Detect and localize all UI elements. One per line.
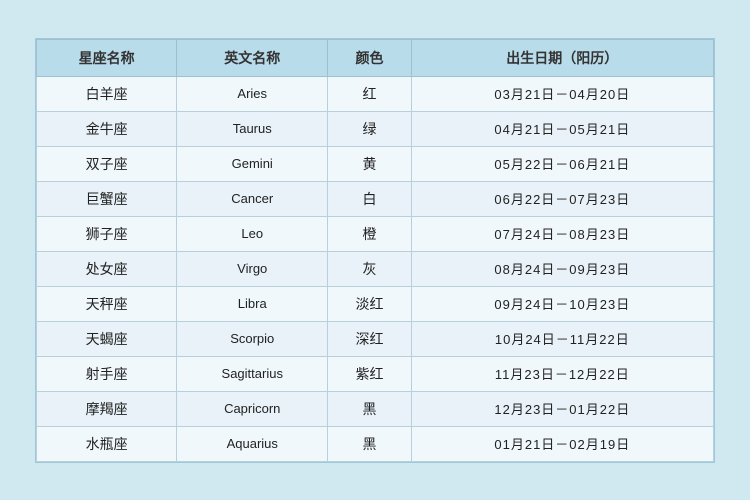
cell-chinese-name: 射手座 [37, 356, 177, 391]
cell-english-name: Cancer [177, 181, 328, 216]
cell-english-name: Aquarius [177, 426, 328, 461]
table-row: 水瓶座Aquarius黑01月21日－02月19日 [37, 426, 714, 461]
cell-color: 灰 [328, 251, 411, 286]
table-body: 白羊座Aries红03月21日－04月20日金牛座Taurus绿04月21日－0… [37, 76, 714, 461]
cell-dates: 11月23日－12月22日 [411, 356, 713, 391]
cell-english-name: Sagittarius [177, 356, 328, 391]
col-header-chinese: 星座名称 [37, 39, 177, 76]
cell-chinese-name: 双子座 [37, 146, 177, 181]
col-header-english: 英文名称 [177, 39, 328, 76]
table-row: 处女座Virgo灰08月24日－09月23日 [37, 251, 714, 286]
cell-dates: 10月24日－11月22日 [411, 321, 713, 356]
cell-dates: 05月22日－06月21日 [411, 146, 713, 181]
cell-color: 黑 [328, 391, 411, 426]
cell-color: 淡红 [328, 286, 411, 321]
cell-english-name: Virgo [177, 251, 328, 286]
zodiac-table: 星座名称 英文名称 颜色 出生日期（阳历） 白羊座Aries红03月21日－04… [36, 39, 714, 462]
cell-dates: 06月22日－07月23日 [411, 181, 713, 216]
cell-color: 橙 [328, 216, 411, 251]
zodiac-table-container: 星座名称 英文名称 颜色 出生日期（阳历） 白羊座Aries红03月21日－04… [35, 38, 715, 463]
table-header-row: 星座名称 英文名称 颜色 出生日期（阳历） [37, 39, 714, 76]
table-row: 摩羯座Capricorn黑12月23日－01月22日 [37, 391, 714, 426]
cell-chinese-name: 摩羯座 [37, 391, 177, 426]
cell-english-name: Taurus [177, 111, 328, 146]
cell-chinese-name: 天蝎座 [37, 321, 177, 356]
cell-color: 深红 [328, 321, 411, 356]
cell-color: 紫红 [328, 356, 411, 391]
cell-chinese-name: 白羊座 [37, 76, 177, 111]
table-row: 双子座Gemini黄05月22日－06月21日 [37, 146, 714, 181]
table-row: 天蝎座Scorpio深红10月24日－11月22日 [37, 321, 714, 356]
table-row: 射手座Sagittarius紫红11月23日－12月22日 [37, 356, 714, 391]
cell-dates: 03月21日－04月20日 [411, 76, 713, 111]
cell-english-name: Scorpio [177, 321, 328, 356]
cell-dates: 04月21日－05月21日 [411, 111, 713, 146]
table-row: 天秤座Libra淡红09月24日－10月23日 [37, 286, 714, 321]
cell-english-name: Leo [177, 216, 328, 251]
cell-chinese-name: 巨蟹座 [37, 181, 177, 216]
cell-english-name: Gemini [177, 146, 328, 181]
cell-chinese-name: 金牛座 [37, 111, 177, 146]
cell-dates: 12月23日－01月22日 [411, 391, 713, 426]
cell-color: 黄 [328, 146, 411, 181]
cell-chinese-name: 处女座 [37, 251, 177, 286]
table-row: 白羊座Aries红03月21日－04月20日 [37, 76, 714, 111]
cell-chinese-name: 天秤座 [37, 286, 177, 321]
table-row: 巨蟹座Cancer白06月22日－07月23日 [37, 181, 714, 216]
cell-dates: 08月24日－09月23日 [411, 251, 713, 286]
table-row: 狮子座Leo橙07月24日－08月23日 [37, 216, 714, 251]
table-row: 金牛座Taurus绿04月21日－05月21日 [37, 111, 714, 146]
col-header-dates: 出生日期（阳历） [411, 39, 713, 76]
cell-color: 黑 [328, 426, 411, 461]
cell-color: 绿 [328, 111, 411, 146]
cell-english-name: Capricorn [177, 391, 328, 426]
cell-dates: 01月21日－02月19日 [411, 426, 713, 461]
cell-color: 红 [328, 76, 411, 111]
cell-english-name: Aries [177, 76, 328, 111]
cell-color: 白 [328, 181, 411, 216]
cell-dates: 07月24日－08月23日 [411, 216, 713, 251]
cell-chinese-name: 狮子座 [37, 216, 177, 251]
cell-english-name: Libra [177, 286, 328, 321]
col-header-color: 颜色 [328, 39, 411, 76]
cell-chinese-name: 水瓶座 [37, 426, 177, 461]
cell-dates: 09月24日－10月23日 [411, 286, 713, 321]
